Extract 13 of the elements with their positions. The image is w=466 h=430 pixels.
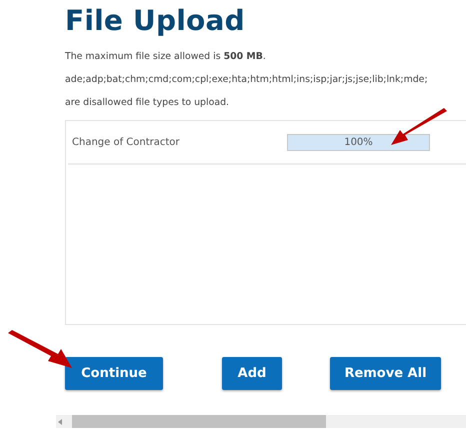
file-name: Change of Contractor (72, 136, 181, 148)
scrollbar-thumb[interactable] (72, 415, 326, 428)
annotation-arrow-icon (6, 330, 72, 370)
horizontal-scrollbar[interactable] (56, 415, 466, 428)
continue-button[interactable]: Continue (65, 357, 163, 390)
remove-all-button[interactable]: Remove All (330, 357, 441, 390)
info-text: are disallowed file types to upload. (65, 97, 230, 108)
info-text: ade;adp;bat;chm;cmd;com;cpl;exe;hta;htm;html;ins;isp;jar;js;jse;lib;lnk;mde; (65, 74, 429, 85)
info-text: The maximum file size allowed is 500 MB. (65, 51, 267, 62)
scroll-left-icon[interactable] (58, 418, 62, 424)
add-button[interactable]: Add (222, 357, 282, 390)
page-title: File Upload (65, 4, 246, 37)
progress-reading: 100% (343, 136, 374, 150)
